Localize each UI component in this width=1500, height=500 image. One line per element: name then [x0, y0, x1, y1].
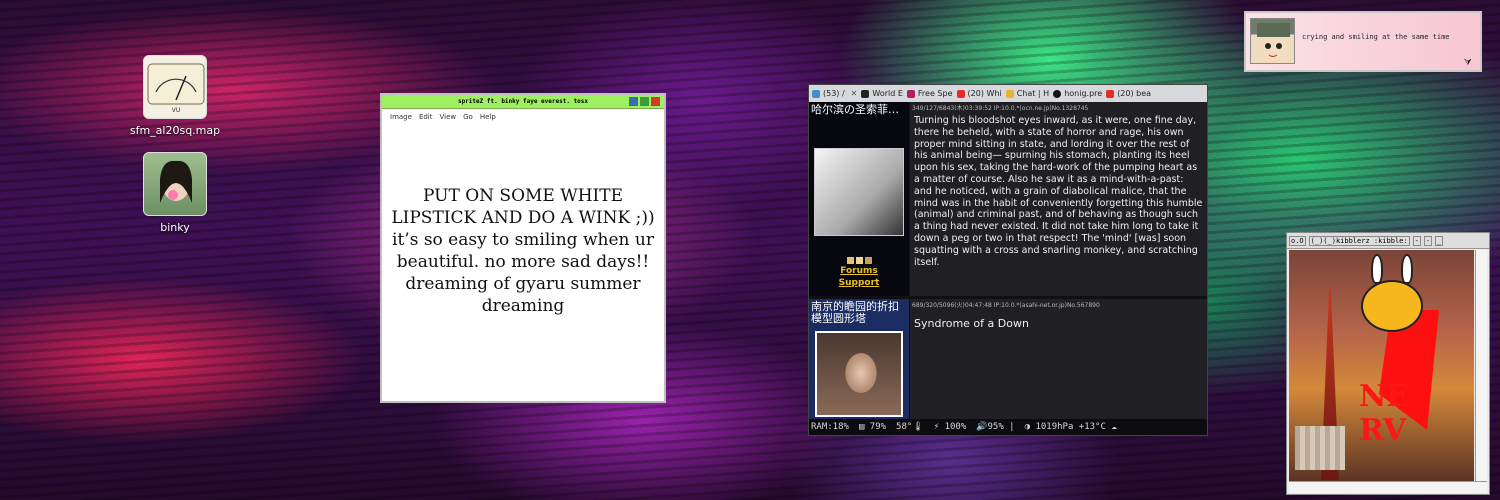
title-part: o.O	[1289, 235, 1306, 246]
tab-7[interactable]: (20) bea	[1106, 89, 1151, 98]
moon-icon: ◑	[1024, 422, 1031, 432]
close-button[interactable]	[651, 97, 660, 106]
viewer-menubar: Image Edit View Go Help	[382, 109, 664, 125]
power-icon: ⚡	[933, 422, 940, 432]
tab-6[interactable]: honig.pre	[1053, 89, 1102, 98]
tab-favicon-icon	[861, 89, 870, 98]
battery-status: ⚡ 100%	[933, 422, 967, 432]
notification-popup[interactable]: crying and smiling at the same time ⮛	[1244, 11, 1482, 72]
tab-4[interactable]: (20) Whi	[956, 89, 1002, 98]
avatar	[1250, 18, 1295, 64]
menu-help[interactable]: Help	[480, 113, 496, 121]
post-main: 349/127/6843(木)03:39:52 IP:10.0.*(ocn.ne…	[910, 102, 1207, 296]
post-thumbnail[interactable]	[815, 331, 903, 417]
tab-5[interactable]: Chat | H	[1005, 89, 1049, 98]
github-icon	[1053, 89, 1062, 98]
menu-edit[interactable]: Edit	[419, 113, 433, 121]
viewer-title: spriteZ ft. binky faye everest. tosx	[457, 98, 589, 105]
tab-favicon-icon	[906, 89, 915, 98]
post-side-title: 哈尔滨の圣索菲亚大教堂的贷款利…	[811, 103, 909, 116]
menu-image[interactable]: Image	[390, 113, 412, 121]
vu-meter-icon: VU	[143, 55, 207, 119]
menu-view[interactable]: View	[440, 113, 457, 121]
youtube-icon	[1106, 89, 1115, 98]
post-sidebar: 南京的瞻园的折扣模型圆形塔	[809, 299, 909, 419]
post-thumbnail[interactable]	[814, 148, 904, 236]
weather-status: ◑ 1019hPa +13°C ☁	[1024, 422, 1117, 432]
post-meta: 689/320/5096(火)04:47:48 IP:10.0.*(asahi-…	[912, 302, 1100, 309]
photo-icon	[143, 152, 207, 216]
close-tab-icon[interactable]: ✕	[851, 89, 858, 98]
viewer-text-content: PUT ON SOME WHITE LIPSTICK AND DO A WINK…	[391, 186, 655, 316]
close-button[interactable]: _	[1435, 235, 1444, 246]
desktop-icon-label: binky	[160, 221, 190, 234]
tab-1[interactable]: (53) / ✕	[812, 89, 857, 98]
forums-link[interactable]: Forums	[809, 265, 909, 277]
disk-usage: ▤ 79%	[858, 422, 887, 432]
minimize-button[interactable]: -	[1412, 235, 1421, 246]
desktop-icon-label: sfm_al20sq.map	[129, 124, 221, 137]
browser-window[interactable]: (53) / ✕ World E Free Spe (20) Whi Chat |…	[808, 84, 1208, 436]
horizontal-scrollbar[interactable]	[1289, 481, 1487, 493]
post-body: Turning his bloodshot eyes inward, as it…	[914, 115, 1203, 268]
image-viewer-window[interactable]: spriteZ ft. binky faye everest. tosx Ima…	[380, 93, 666, 403]
title-part: (_)(_)kibblerz :kibble:	[1308, 235, 1410, 246]
svg-text:VU: VU	[172, 107, 181, 114]
tab-2[interactable]: World E	[861, 89, 903, 98]
pointer-cursor-icon: ⮛	[1464, 58, 1472, 68]
ram-usage: RAM:18%	[811, 422, 849, 432]
vertical-scrollbar[interactable]	[1475, 250, 1487, 482]
tab-favicon-icon	[812, 89, 820, 98]
forum-post: 哈尔滨の圣索菲亚大教堂的贷款利… Forums Support 349/127/…	[809, 102, 1209, 296]
speaker-icon: 🔊	[976, 422, 988, 432]
disk-icon: ▤	[858, 422, 865, 432]
notification-message: crying and smiling at the same time	[1302, 33, 1450, 41]
desktop-icon-binky[interactable]: binky	[120, 152, 230, 234]
nerv-logo: NE RV	[1359, 379, 1410, 448]
minimize-button[interactable]	[629, 97, 638, 106]
post-sidebar: 哈尔滨の圣索菲亚大教堂的贷款利… Forums Support	[809, 102, 909, 296]
artwork-image: NE RV	[1289, 250, 1474, 482]
window-titlebar[interactable]: o.O (_)(_)kibblerz :kibble: - - _	[1287, 233, 1489, 249]
tab-3[interactable]: Free Spe	[906, 89, 953, 98]
support-link[interactable]: Support	[809, 277, 909, 289]
youtube-icon	[956, 89, 965, 98]
pixelated-face	[1295, 426, 1345, 470]
folder-icon	[809, 257, 909, 264]
viewer-titlebar[interactable]: spriteZ ft. binky faye everest. tosx	[382, 95, 664, 109]
maximize-button[interactable]: -	[1423, 235, 1433, 246]
thermometer-icon: 🌡	[912, 422, 924, 432]
tab-favicon-icon	[1005, 89, 1014, 98]
volume-status: 🔊95% |	[976, 422, 1015, 432]
menu-go[interactable]: Go	[463, 113, 473, 121]
forums-support-links: Forums Support	[809, 257, 909, 289]
post-body: Syndrome of a Down	[914, 317, 1029, 330]
post-main: 689/320/5096(火)04:47:48 IP:10.0.*(asahi-…	[910, 299, 1207, 419]
cpu-temp: 58°🌡	[896, 422, 924, 432]
post-meta: 349/127/6843(木)03:39:52 IP:10.0.*(ocn.ne…	[912, 105, 1089, 112]
system-status-bar: RAM:18% ▤ 79% 58°🌡 ⚡ 100% 🔊95% | ◑ 1019h…	[809, 419, 1207, 435]
browser-tab-strip: (53) / ✕ World E Free Spe (20) Whi Chat |…	[809, 85, 1207, 102]
desktop-icon-map-file[interactable]: VU sfm_al20sq.map	[120, 55, 230, 137]
image-window[interactable]: o.O (_)(_)kibblerz :kibble: - - _ NE RV	[1286, 232, 1490, 495]
cloud-icon: ☁	[1111, 422, 1117, 432]
maximize-button[interactable]	[640, 97, 649, 106]
forum-post: 南京的瞻园的折扣模型圆形塔 689/320/5096(火)04:47:48 IP…	[809, 299, 1209, 419]
post-side-title: 南京的瞻园的折扣模型圆形塔	[811, 300, 899, 324]
bunny-character-icon	[1361, 254, 1423, 332]
